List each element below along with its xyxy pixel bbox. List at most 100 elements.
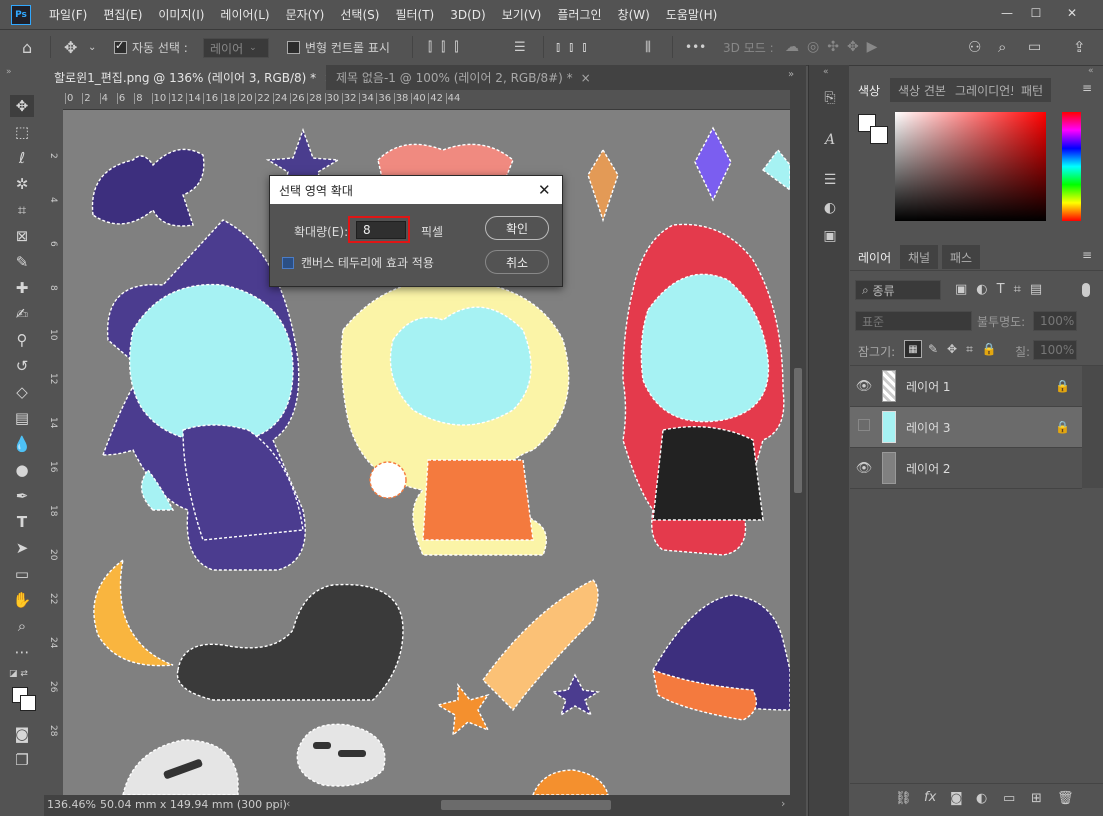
layer-row-3-selected[interactable]: 레이어 3 🔒 (850, 407, 1082, 448)
share-icon[interactable]: ⇪ (1073, 38, 1086, 56)
new-group-icon[interactable]: ▭ (1003, 791, 1015, 806)
scroll-thumb[interactable] (794, 368, 802, 493)
scroll-right-icon[interactable]: › (781, 797, 785, 810)
layer-row-1[interactable]: 👁 레이어 1 🔒 (850, 366, 1082, 407)
history-icon[interactable]: ⎘ (819, 87, 841, 109)
add-mask-icon[interactable]: ◙ (950, 791, 963, 806)
magic-wand-icon[interactable]: ✲ (10, 173, 34, 195)
visibility-eye-icon[interactable]: 👁 (850, 379, 878, 394)
apply-canvas-bounds-checkbox[interactable]: 캔버스 테두리에 효과 적용 (282, 254, 434, 271)
filter-kind-dropdown[interactable]: ⌕ 종류 (855, 280, 941, 300)
rectangle-tool-icon[interactable]: ▭ (10, 563, 34, 585)
layer-name[interactable]: 레이어 1 (906, 378, 1055, 395)
background-color-swatch[interactable] (20, 695, 36, 711)
fill-field[interactable]: 100% (1033, 340, 1077, 360)
adjustment-layer-icon[interactable]: ◐ (976, 791, 987, 806)
show-transform-checkbox[interactable]: 변형 컨트롤 표시 (287, 38, 390, 56)
color-picker-field[interactable] (895, 112, 1046, 221)
menu-window[interactable]: 창(W) (610, 6, 658, 23)
panel-menu-icon[interactable]: ≡ (1082, 248, 1092, 262)
vertical-scrollbar[interactable] (790, 90, 806, 795)
auto-select-checkbox[interactable]: 자동 선택 : (114, 38, 188, 56)
align-vertical-icons[interactable]: ⫾⫾⫾ (556, 38, 595, 56)
properties-icon[interactable]: ◐ (819, 197, 841, 219)
visibility-off-icon[interactable] (850, 419, 878, 435)
marquee-tool-icon[interactable]: ⬚ (10, 121, 34, 143)
lock-transparency-icon[interactable]: ▦ (904, 340, 922, 358)
expand-amount-input[interactable]: 8 (356, 221, 406, 239)
align-icons[interactable]: ⫿⫿⫿ (428, 38, 467, 56)
tabs-overflow-icon[interactable]: » (788, 69, 794, 80)
zoom-tool-icon[interactable]: ⌕ (10, 615, 34, 637)
tab-document-inactive[interactable]: 제목 없음-1 @ 100% (레이어 2, RGB/8#) * × (326, 65, 601, 90)
menu-3d[interactable]: 3D(D) (442, 8, 493, 22)
user-search-icon[interactable]: ⚇ (968, 38, 981, 56)
move-tool-icon[interactable]: ✥ (10, 95, 34, 117)
delete-layer-icon[interactable]: 🗑 (1057, 791, 1074, 806)
crop-tool-icon[interactable]: ⌗ (10, 199, 34, 221)
panel-menu-icon[interactable]: ≡ (1082, 81, 1092, 95)
more-tools-icon[interactable]: ⋯ (10, 641, 34, 663)
blur-tool-icon[interactable]: 💧 (10, 433, 34, 455)
lock-icons[interactable]: ✎✥⌗🔒 (928, 342, 1006, 357)
status-arrow-icon[interactable]: › (272, 797, 276, 810)
layers-scrollbar[interactable] (1082, 366, 1103, 488)
background-color-swatch[interactable] (870, 126, 888, 144)
collapse-icon[interactable]: » (6, 67, 12, 77)
zoom-level[interactable]: 136.46% (47, 798, 96, 811)
hue-slider[interactable] (1062, 112, 1081, 221)
dodge-tool-icon[interactable]: ● (10, 459, 34, 481)
close-tab-icon[interactable]: × (581, 71, 591, 85)
default-colors-icon[interactable]: ◪ ⇄ (9, 669, 28, 679)
new-layer-icon[interactable]: ⊞ (1031, 791, 1042, 806)
distribute-vertical-icon[interactable]: ⫼ (645, 38, 651, 56)
expand-icon[interactable]: « (823, 67, 829, 77)
eraser-icon[interactable]: ◇ (10, 381, 34, 403)
tab-channels[interactable]: 채널 (900, 245, 939, 269)
distribute-icon[interactable]: ☰ (514, 38, 526, 56)
scroll-left-icon[interactable]: ‹ (286, 797, 290, 810)
menu-type[interactable]: 문자(Y) (278, 6, 333, 23)
workspace-icon[interactable]: ▭ (1028, 38, 1041, 56)
tab-color[interactable]: 색상 (850, 78, 889, 102)
more-options-icon[interactable]: ••• (685, 38, 706, 56)
type-tool-icon[interactable]: T (10, 511, 34, 533)
document-info[interactable]: 50.04 mm x 149.94 mm (300 ppi) (100, 798, 287, 811)
cancel-button[interactable]: 취소 (485, 250, 549, 274)
tab-gradients[interactable]: 그레이디언트 (947, 78, 1018, 102)
menu-select[interactable]: 선택(S) (332, 6, 387, 23)
filter-toggle[interactable] (1082, 283, 1090, 297)
screen-mode-icon[interactable]: ❐ (10, 749, 34, 771)
opacity-field[interactable]: 100% (1033, 311, 1077, 331)
menu-help[interactable]: 도움말(H) (658, 6, 726, 23)
menu-plugins[interactable]: 플러그인 (549, 6, 609, 23)
menu-filter[interactable]: 필터(T) (387, 6, 442, 23)
ok-button[interactable]: 확인 (485, 216, 549, 240)
menu-edit[interactable]: 편집(E) (95, 6, 150, 23)
path-selection-icon[interactable]: ➤ (10, 537, 34, 559)
tab-patterns[interactable]: 패턴 (1013, 78, 1052, 102)
layer-filter-icons[interactable]: ▣◐T⌗▤ (955, 282, 1051, 297)
close-window-icon[interactable]: ✕ (1060, 4, 1084, 22)
minimize-icon[interactable]: — (995, 4, 1019, 22)
visibility-eye-icon[interactable]: 👁 (850, 461, 878, 476)
tab-paths[interactable]: 패스 (942, 245, 981, 269)
tab-document-active[interactable]: 할로윈1_편집.png @ 136% (레이어 3, RGB/8) * × (44, 65, 334, 90)
history-brush-icon[interactable]: ↺ (10, 355, 34, 377)
search-icon[interactable]: ⌕ (998, 38, 1006, 56)
tab-layers[interactable]: 레이어 (850, 245, 900, 269)
frame-tool-icon[interactable]: ⊠ (10, 225, 34, 247)
brush-tool-icon[interactable]: ✍ (10, 303, 34, 325)
libraries-icon[interactable]: ▣ (819, 225, 841, 247)
eyedropper-icon[interactable]: ✎ (10, 251, 34, 273)
character-icon[interactable]: A (819, 129, 841, 151)
auto-select-target-dropdown[interactable]: 레이어 ⌄ (203, 38, 269, 58)
layer-name[interactable]: 레이어 2 (906, 460, 1082, 477)
menu-layer[interactable]: 레이어(L) (212, 6, 277, 23)
layer-effects-icon[interactable]: fx (924, 790, 936, 805)
move-tool-icon[interactable]: ✥ (64, 38, 77, 57)
home-icon[interactable]: ⌂ (22, 38, 32, 57)
layer-row-2[interactable]: 👁 레이어 2 (850, 448, 1082, 489)
menu-file[interactable]: 파일(F) (41, 6, 95, 23)
tab-swatches[interactable]: 색상 견본 (890, 78, 954, 102)
